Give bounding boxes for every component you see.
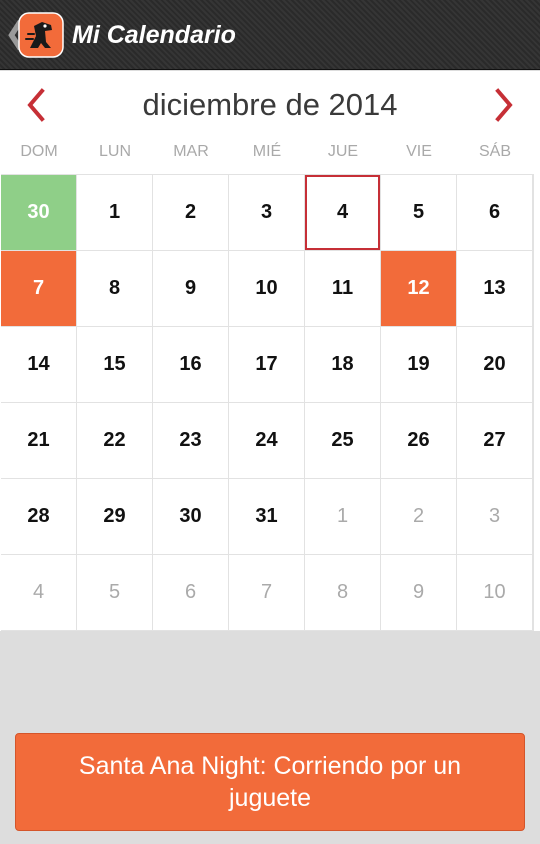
calendar-day[interactable]: 23 [153, 403, 228, 478]
calendar-day[interactable]: 11 [305, 251, 380, 326]
calendar-day[interactable]: 29 [77, 479, 152, 554]
calendar-day[interactable]: 27 [457, 403, 532, 478]
calendar-day[interactable]: 9 [153, 251, 228, 326]
calendar-day[interactable]: 22 [77, 403, 152, 478]
calendar-day[interactable]: 1 [77, 175, 152, 250]
calendar-day-other-month[interactable]: 1 [305, 479, 380, 554]
calendar-day[interactable]: 20 [457, 327, 532, 402]
calendar-day[interactable]: 8 [77, 251, 152, 326]
weekday-label: DOM [20, 143, 58, 160]
calendar-day[interactable]: 14 [1, 327, 76, 402]
calendar-day[interactable]: 30 [153, 479, 228, 554]
calendar-day-other-month[interactable]: 2 [381, 479, 456, 554]
calendar-day-today[interactable]: 30 [1, 175, 76, 250]
calendar-day[interactable]: 17 [229, 327, 304, 402]
calendar-day-other-month[interactable]: 5 [77, 555, 152, 630]
app-bar: ❮ Mi Calendario [0, 0, 540, 70]
calendar-day-other-month[interactable]: 4 [1, 555, 76, 630]
calendar-day[interactable]: 26 [381, 403, 456, 478]
calendar-day[interactable]: 3 [229, 175, 304, 250]
calendar-day-other-month[interactable]: 9 [381, 555, 456, 630]
calendar-day[interactable]: 25 [305, 403, 380, 478]
app-title: Mi Calendario [72, 21, 236, 49]
calendar-day[interactable]: 16 [153, 327, 228, 402]
calendar-day[interactable]: 18 [305, 327, 380, 402]
calendar-day[interactable]: 5 [381, 175, 456, 250]
event-button[interactable]: Santa Ana Night: Corriendo por un juguet… [15, 733, 525, 831]
calendar-day[interactable]: 31 [229, 479, 304, 554]
calendar-day-other-month[interactable]: 10 [457, 555, 532, 630]
calendar-day[interactable]: 6 [457, 175, 532, 250]
weekday-header-row: DOM LUN MAR MIÉ JUE VIE SÁB [0, 141, 540, 171]
calendar-day[interactable]: 15 [77, 327, 152, 402]
calendar-day-event[interactable]: 12 [381, 251, 456, 326]
calendar-day[interactable]: 19 [381, 327, 456, 402]
chevron-right-icon[interactable] [480, 85, 524, 125]
calendar-day[interactable]: 13 [457, 251, 532, 326]
weekday-label: MIÉ [252, 143, 282, 160]
calendar-panel: diciembre de 2014 DOM LUN MAR MIÉ JUE VI… [0, 71, 540, 631]
calendar-day-other-month[interactable]: 3 [457, 479, 532, 554]
calendar-day[interactable]: 28 [1, 479, 76, 554]
calendar-day-selected[interactable]: 4 [305, 175, 380, 250]
calendar-day-grid: 30 1 2 3 4 5 6 7 8 9 10 11 12 13 14 15 16 17 18 19 20 21 22 23 2… [1, 174, 534, 631]
weekday-label: SÁB [478, 143, 511, 160]
calendar-day-other-month[interactable]: 7 [229, 555, 304, 630]
calendar-day-event[interactable]: 7 [1, 251, 76, 326]
calendar-day[interactable]: 24 [229, 403, 304, 478]
calendar-day-other-month[interactable]: 8 [305, 555, 380, 630]
weekday-label: LUN [98, 143, 131, 160]
calendar-day[interactable]: 2 [153, 175, 228, 250]
calendar-day[interactable]: 10 [229, 251, 304, 326]
month-title: diciembre de 2014 [142, 87, 398, 122]
calendar-day[interactable]: 21 [1, 403, 76, 478]
weekday-label: VIE [406, 143, 432, 160]
weekday-label: JUE [327, 143, 359, 160]
calendar-day-other-month[interactable]: 6 [153, 555, 228, 630]
weekday-label: MAR [173, 143, 209, 160]
dog-app-logo-icon[interactable] [18, 12, 64, 58]
event-title: Santa Ana Night: Corriendo por un juguet… [78, 752, 462, 812]
